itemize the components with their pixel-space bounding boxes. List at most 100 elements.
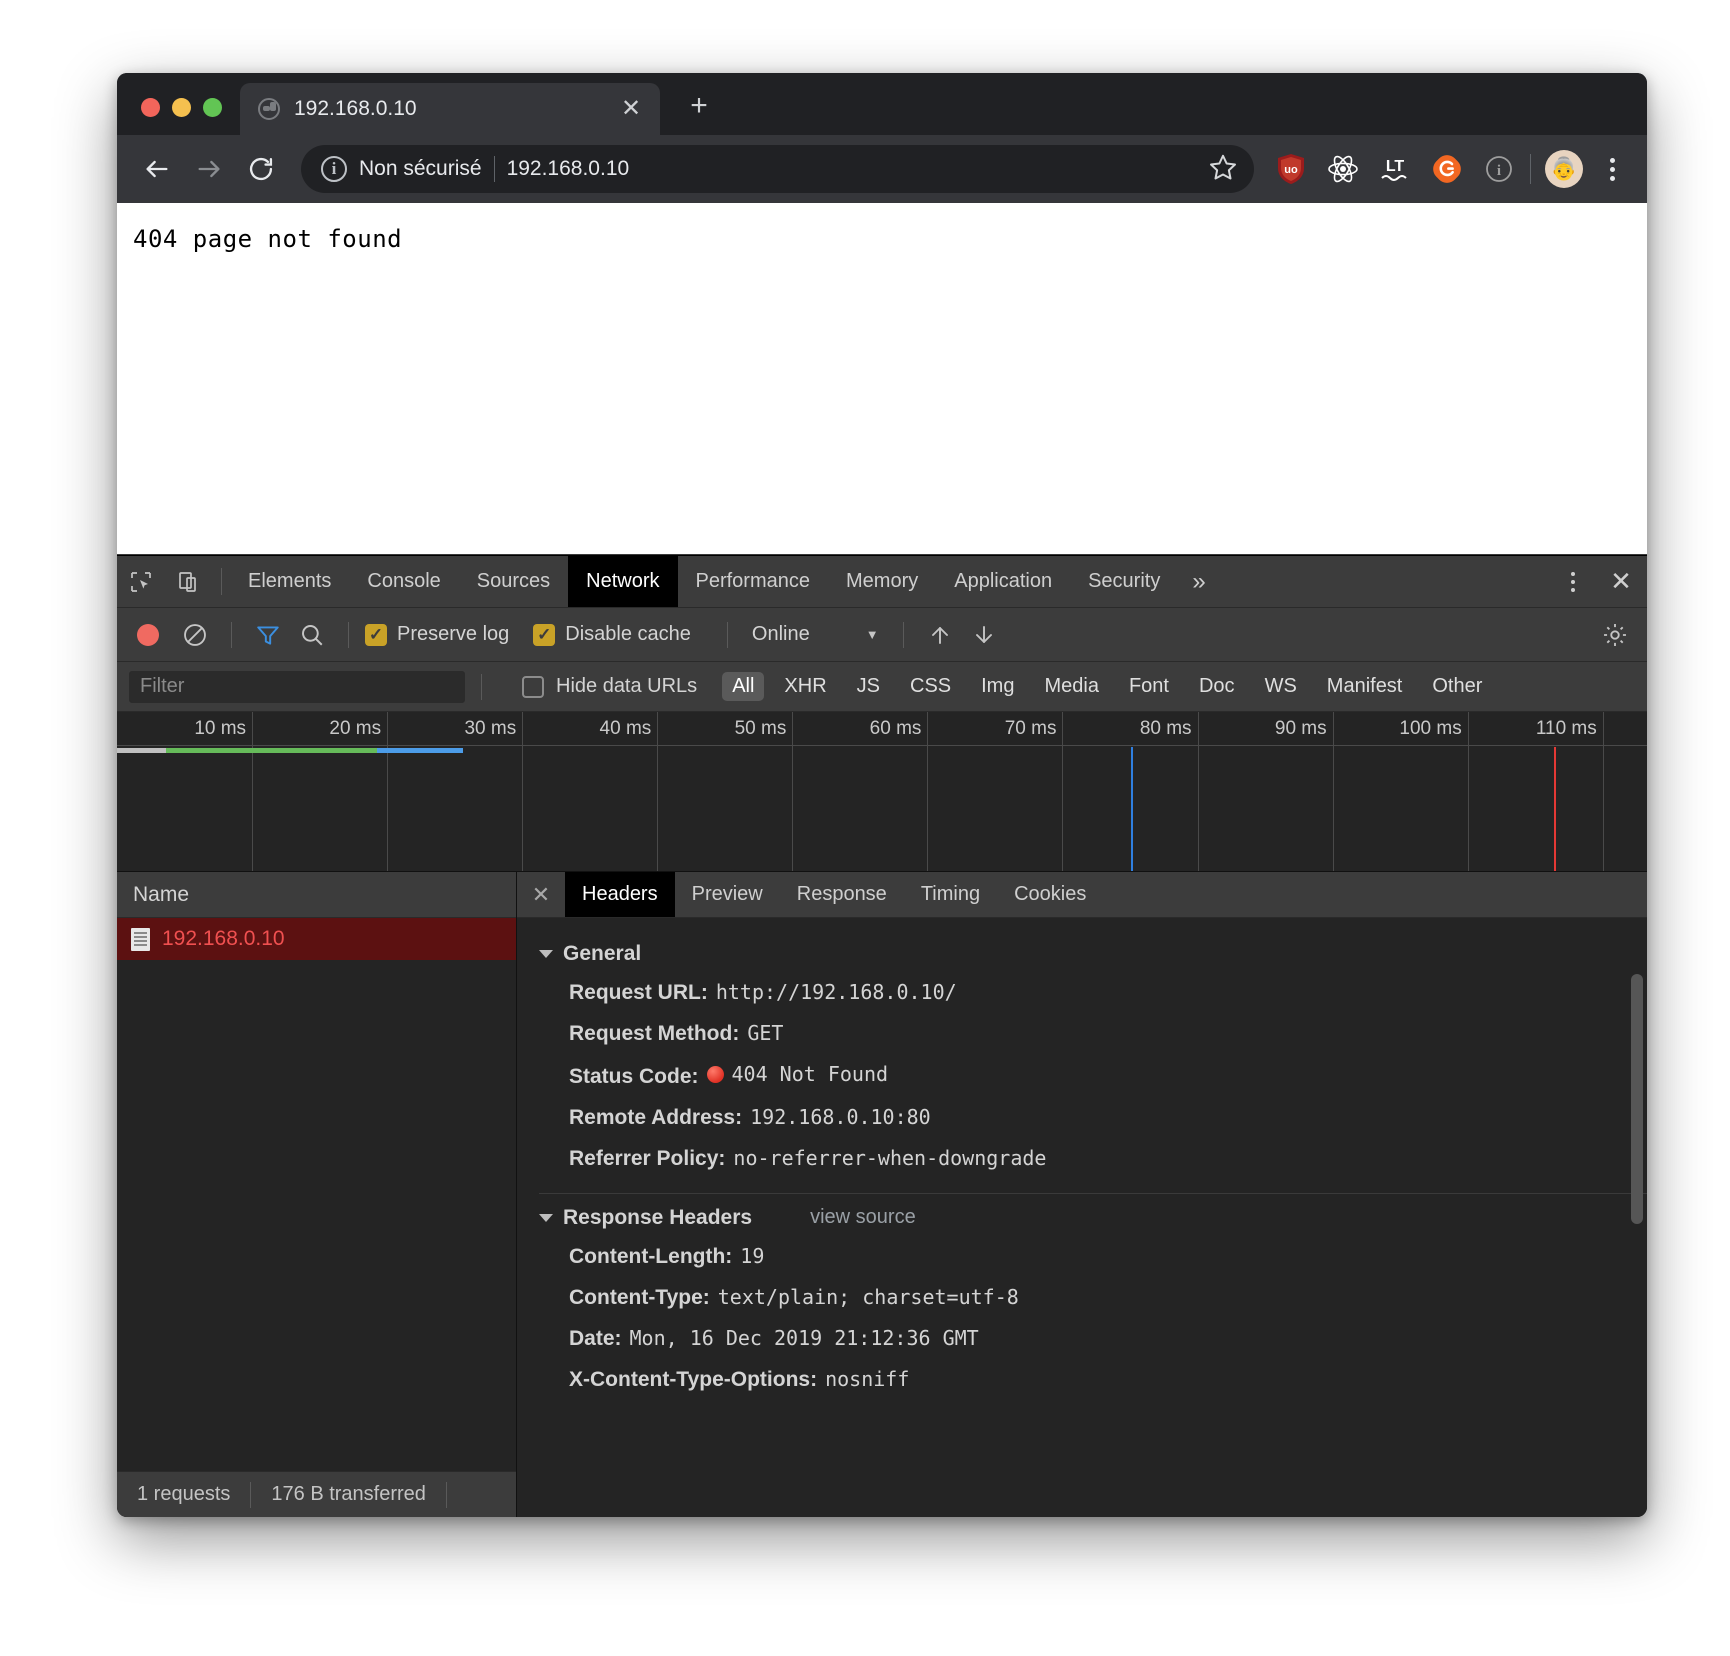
filter-chip-js[interactable]: JS	[847, 672, 890, 701]
bookmark-star-icon[interactable]	[1208, 152, 1238, 187]
tab-network[interactable]: Network	[568, 556, 677, 607]
x-content-type-options-value: nosniff	[825, 1367, 909, 1391]
react-devtools-icon[interactable]	[1326, 152, 1360, 186]
info-extension-icon[interactable]: i	[1482, 152, 1516, 186]
throttling-value: Online	[752, 623, 810, 646]
close-icon[interactable]: ✕	[616, 94, 646, 124]
browser-window: 192.168.0.10 ✕ + i Non sécurisé 192.168.…	[117, 73, 1647, 1517]
preserve-log-label: Preserve log	[397, 623, 509, 646]
document-icon	[131, 928, 150, 951]
languagetool-icon[interactable]: LT	[1378, 152, 1412, 186]
filter-chip-all[interactable]: All	[722, 672, 764, 701]
overview-tick-label: 20 ms	[329, 718, 381, 740]
back-arrow-icon[interactable]	[133, 145, 181, 193]
filter-chip-img[interactable]: Img	[971, 672, 1024, 701]
tab-response[interactable]: Response	[780, 872, 904, 917]
gear-icon[interactable]	[1593, 613, 1637, 657]
detail-scrollbar[interactable]	[1631, 974, 1643, 1224]
disable-cache-checkbox[interactable]: ✓ Disable cache	[533, 623, 691, 646]
content-type-key: Content-Type:	[569, 1286, 710, 1310]
filter-chip-doc[interactable]: Doc	[1189, 672, 1245, 701]
tab-cookies[interactable]: Cookies	[997, 872, 1103, 917]
extension-icons: uo LT i	[1268, 152, 1516, 186]
info-icon[interactable]: i	[321, 156, 347, 182]
devtools-close-icon[interactable]: ✕	[1595, 556, 1647, 607]
reload-icon[interactable]	[237, 145, 285, 193]
filter-chip-other[interactable]: Other	[1422, 672, 1492, 701]
maximize-window-button[interactable]	[203, 98, 222, 117]
svg-text:uo: uo	[1284, 164, 1298, 176]
kebab-menu-icon[interactable]	[1593, 148, 1631, 190]
tab-memory[interactable]: Memory	[828, 556, 936, 607]
tab-performance[interactable]: Performance	[678, 556, 829, 607]
request-url-key: Request URL:	[569, 981, 708, 1005]
minimize-window-button[interactable]	[172, 98, 191, 117]
close-window-button[interactable]	[141, 98, 160, 117]
url-text: 192.168.0.10	[507, 157, 1196, 181]
import-har-icon[interactable]	[920, 615, 960, 655]
referrer-policy-key: Referrer Policy:	[569, 1147, 725, 1171]
avatar[interactable]: 👵	[1545, 150, 1583, 188]
table-row[interactable]: 192.168.0.10	[117, 918, 516, 960]
filter-chip-font[interactable]: Font	[1119, 672, 1179, 701]
forward-arrow-icon[interactable]	[185, 145, 233, 193]
waiting-band	[117, 748, 166, 753]
remote-address-key: Remote Address:	[569, 1106, 742, 1130]
globe-icon	[258, 98, 280, 120]
address-bar[interactable]: i Non sécurisé 192.168.0.10	[301, 145, 1254, 193]
inspect-element-icon[interactable]	[117, 556, 165, 607]
preserve-log-checkbox[interactable]: ✓ Preserve log	[365, 623, 509, 646]
view-source-link[interactable]: view source	[810, 1206, 916, 1229]
tab-security[interactable]: Security	[1070, 556, 1178, 607]
filter-chip-css[interactable]: CSS	[900, 672, 961, 701]
response-headers-section-header[interactable]: Response Headers view source	[517, 1200, 1647, 1236]
close-detail-icon[interactable]: ✕	[517, 872, 565, 917]
network-summary-bar: 1 requests 176 B transferred	[117, 1471, 516, 1517]
response-headers-label: Response Headers	[563, 1206, 752, 1230]
overview-tick: 10 ms	[252, 712, 253, 872]
browser-tab[interactable]: 192.168.0.10 ✕	[240, 83, 660, 135]
filter-chip-manifest[interactable]: Manifest	[1317, 672, 1413, 701]
tab-preview[interactable]: Preview	[675, 872, 780, 917]
network-lower-split: Name 192.168.0.10 1 requests 176 B trans…	[117, 872, 1647, 1517]
network-overview-timeline[interactable]: 10 ms20 ms30 ms40 ms50 ms60 ms70 ms80 ms…	[117, 712, 1647, 872]
load-marker	[1554, 747, 1556, 871]
content-type-value: text/plain; charset=utf-8	[718, 1285, 1019, 1309]
request-column-header[interactable]: Name	[117, 872, 516, 918]
tab-timing[interactable]: Timing	[904, 872, 997, 917]
network-toolbar-divider-2	[348, 622, 349, 648]
tab-console[interactable]: Console	[349, 556, 458, 607]
ublock-origin-icon[interactable]: uo	[1274, 152, 1308, 186]
clear-icon[interactable]	[175, 615, 215, 655]
tab-sources[interactable]: Sources	[459, 556, 568, 607]
tab-headers[interactable]: Headers	[565, 872, 675, 917]
hide-data-urls-checkbox[interactable]: Hide data URLs	[522, 675, 697, 698]
search-icon[interactable]	[292, 615, 332, 655]
section-divider	[539, 1193, 1647, 1194]
tab-title: 192.168.0.10	[294, 97, 602, 121]
overview-tick-label: 60 ms	[870, 718, 922, 740]
device-toolbar-icon[interactable]	[165, 556, 213, 607]
funnel-icon[interactable]	[248, 615, 288, 655]
filter-chip-xhr[interactable]: XHR	[774, 672, 836, 701]
general-section-header[interactable]: General	[517, 936, 1647, 972]
network-toolbar-divider-4	[903, 622, 904, 648]
grammar-extension-icon[interactable]	[1430, 152, 1464, 186]
throttling-select[interactable]: Online ▼	[744, 623, 887, 646]
filter-chip-ws[interactable]: WS	[1255, 672, 1307, 701]
screenshot-root: 192.168.0.10 ✕ + i Non sécurisé 192.168.…	[0, 0, 1730, 1656]
page-body-text: 404 page not found	[133, 225, 1647, 253]
filter-chip-media[interactable]: Media	[1034, 672, 1108, 701]
network-filter-bar: Hide data URLs All XHR JS CSS Img Media …	[117, 662, 1647, 712]
more-panels-icon[interactable]: »	[1178, 556, 1219, 607]
tab-elements[interactable]: Elements	[230, 556, 349, 607]
devtools-menu-icon[interactable]	[1551, 556, 1595, 607]
error-status-dot-icon	[707, 1066, 724, 1083]
status-badge: 404 Not Found	[707, 1062, 889, 1086]
record-stop-icon[interactable]	[137, 624, 159, 646]
tab-application[interactable]: Application	[936, 556, 1070, 607]
export-har-icon[interactable]	[964, 615, 1004, 655]
new-tab-button[interactable]: +	[676, 83, 722, 129]
filter-input[interactable]	[129, 671, 465, 703]
transferred-size: 176 B transferred	[251, 1483, 446, 1506]
